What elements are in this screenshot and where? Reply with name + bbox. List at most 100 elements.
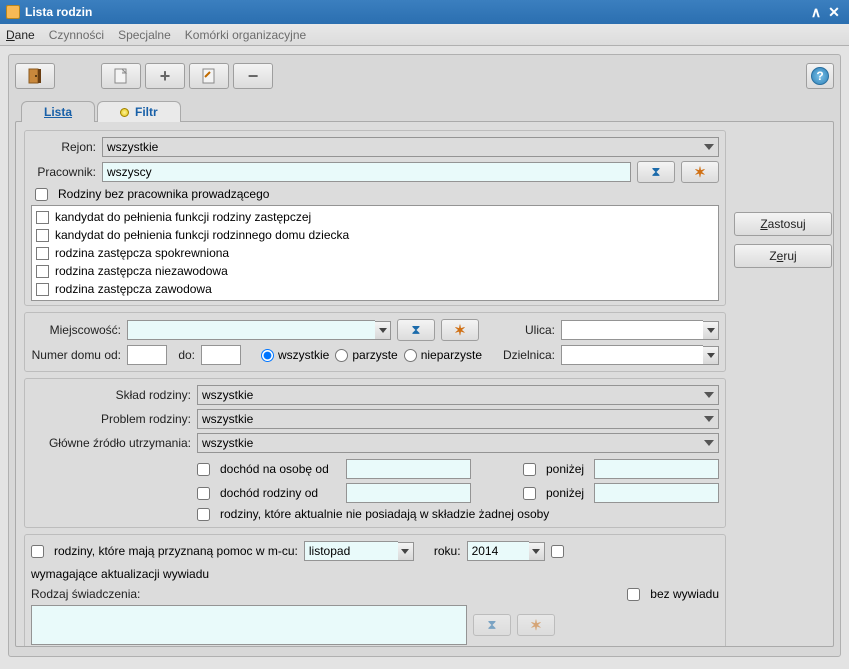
- rejon-label: Rejon:: [31, 140, 96, 154]
- close-icon[interactable]: ✕: [825, 4, 843, 21]
- hourglass-icon: ⧗: [651, 164, 660, 180]
- app-icon: [6, 5, 20, 19]
- rodzaj-clear-button: ✶: [517, 614, 555, 636]
- add-button[interactable]: +: [145, 63, 185, 89]
- wymagajace-label: wymagające aktualizacji wywiadu: [31, 567, 209, 581]
- delete-button[interactable]: −: [233, 63, 273, 89]
- problem-select[interactable]: wszystkie: [197, 409, 719, 429]
- edit-document-icon: [202, 68, 216, 84]
- miejscowosc-select-button[interactable]: ⧗: [397, 319, 435, 341]
- menubar: Dane Czynności Specjalne Komórki organiz…: [0, 24, 849, 46]
- menu-komorki[interactable]: Komórki organizacyjne: [185, 28, 306, 42]
- chevron-down-icon[interactable]: [529, 542, 545, 561]
- list-item[interactable]: kandydat do pełnienia funkcji rodzinnego…: [36, 226, 714, 244]
- checkbox-icon[interactable]: [36, 247, 49, 260]
- dochod-rodziny-checkbox[interactable]: [197, 487, 210, 500]
- menu-specjalne[interactable]: Specjalne: [118, 28, 171, 42]
- list-item[interactable]: rodzina zastępcza niezawodowa: [36, 262, 714, 280]
- przyznana-checkbox[interactable]: [31, 545, 44, 558]
- list-item[interactable]: kandydat do pełnienia funkcji rodziny za…: [36, 208, 714, 226]
- bez-skladu-checkbox[interactable]: [197, 508, 210, 521]
- dochod-osoba-label: dochód na osobę od: [220, 462, 340, 476]
- help-icon: ?: [811, 67, 829, 85]
- main-panel: + − ? Lista Filtr Rejon: wszystkie Praco…: [8, 54, 841, 657]
- dochod-osoba-ponizej-input[interactable]: [594, 459, 719, 479]
- chevron-down-icon[interactable]: [703, 321, 719, 340]
- parzystosc-wszystkie[interactable]: wszystkie: [261, 348, 329, 362]
- document-icon: [114, 68, 128, 84]
- dochod-rodziny-ponizej-input[interactable]: [594, 483, 719, 503]
- edit-button[interactable]: [189, 63, 229, 89]
- dochod-rodziny-label: dochód rodziny od: [220, 486, 340, 500]
- tab-lista[interactable]: Lista: [21, 101, 95, 122]
- numer-do-label: do:: [173, 348, 195, 362]
- checkbox-icon[interactable]: [36, 265, 49, 278]
- zrodlo-select[interactable]: wszystkie: [197, 433, 719, 453]
- dochod-rodziny-ponizej-checkbox[interactable]: [523, 487, 536, 500]
- new-button[interactable]: [101, 63, 141, 89]
- titlebar: Lista rodzin ∧ ✕: [0, 0, 849, 24]
- bez-skladu-label: rodziny, które aktualnie nie posiadają w…: [220, 507, 549, 521]
- pracownik-clear-button[interactable]: ✶: [681, 161, 719, 183]
- exit-button[interactable]: [15, 63, 55, 89]
- miejscowosc-label: Miejscowość:: [31, 323, 121, 337]
- window-title: Lista rodzin: [25, 5, 92, 19]
- numer-do-input[interactable]: [201, 345, 241, 365]
- zeruj-button[interactable]: Zeruj: [734, 244, 832, 268]
- pracownik-select-button[interactable]: ⧗: [637, 161, 675, 183]
- rodzaj-label: Rodzaj świadczenia:: [31, 587, 149, 601]
- rejon-select[interactable]: wszystkie: [102, 137, 719, 157]
- minus-icon: −: [248, 66, 259, 87]
- zastosuj-button[interactable]: Zastosuj: [734, 212, 832, 236]
- list-item[interactable]: rodzina zastępcza zawodowa: [36, 280, 714, 298]
- bez-wywiadu-label: bez wywiadu: [650, 587, 719, 601]
- tab-content-filtr: Rejon: wszystkie Pracownik: ⧗ ✶ Rodziny …: [15, 121, 834, 647]
- panel-rejon-pracownik: Rejon: wszystkie Pracownik: ⧗ ✶ Rodziny …: [24, 130, 726, 306]
- dochod-osoba-checkbox[interactable]: [197, 463, 210, 476]
- clear-icon: ✶: [530, 617, 542, 634]
- chevron-down-icon[interactable]: [703, 346, 719, 365]
- problem-label: Problem rodziny:: [31, 412, 191, 426]
- pracownik-label: Pracownik:: [31, 165, 96, 179]
- ulica-input[interactable]: [561, 320, 703, 340]
- przyznana-label: rodziny, które mają przyznaną pomoc w m-…: [54, 544, 298, 558]
- pracownik-input[interactable]: [102, 162, 631, 182]
- panel-pomoc: rodziny, które mają przyznaną pomoc w m-…: [24, 534, 726, 647]
- checkbox-icon[interactable]: [36, 229, 49, 242]
- miesiac-input[interactable]: [304, 541, 398, 561]
- checkbox-icon[interactable]: [36, 211, 49, 224]
- bez-wywiadu-checkbox[interactable]: [627, 588, 640, 601]
- dochod-osoba-ponizej-label: poniżej: [546, 462, 588, 476]
- tab-filtr[interactable]: Filtr: [97, 101, 181, 122]
- rodziny-bez-pracownika-label: Rodziny bez pracownika prowadzącego: [58, 187, 269, 201]
- miejscowosc-clear-button[interactable]: ✶: [441, 319, 479, 341]
- rodzaj-swiadczenia-textarea[interactable]: [31, 605, 467, 645]
- sklad-select[interactable]: wszystkie: [197, 385, 719, 405]
- dzielnica-input[interactable]: [561, 345, 703, 365]
- menu-czynnosci[interactable]: Czynności: [49, 28, 104, 42]
- rok-input[interactable]: [467, 541, 529, 561]
- side-buttons: Zastosuj Zeruj: [734, 130, 832, 647]
- parzystosc-parzyste[interactable]: parzyste: [335, 348, 397, 362]
- checkbox-icon[interactable]: [36, 283, 49, 296]
- menu-dane[interactable]: Dane: [6, 28, 35, 42]
- parzystosc-nieparzyste[interactable]: nieparzyste: [404, 348, 482, 362]
- zrodlo-label: Główne źródło utrzymania:: [31, 436, 191, 450]
- hourglass-icon: ⧗: [487, 617, 496, 633]
- clear-icon: ✶: [454, 322, 466, 339]
- dochod-osoba-ponizej-checkbox[interactable]: [523, 463, 536, 476]
- chevron-down-icon[interactable]: [398, 542, 414, 561]
- list-item[interactable]: rodzina zastępcza spokrewniona: [36, 244, 714, 262]
- miejscowosc-input[interactable]: [127, 320, 375, 340]
- typ-rodziny-checklist[interactable]: kandydat do pełnienia funkcji rodziny za…: [31, 205, 719, 301]
- rodziny-bez-pracownika-checkbox[interactable]: [35, 188, 48, 201]
- dochod-osoba-od-input[interactable]: [346, 459, 471, 479]
- numer-od-input[interactable]: [127, 345, 167, 365]
- help-button[interactable]: ?: [806, 63, 834, 89]
- minimize-icon[interactable]: ∧: [807, 4, 825, 21]
- ulica-label: Ulica:: [505, 323, 555, 337]
- wymagajace-checkbox[interactable]: [551, 545, 564, 558]
- numer-od-label: Numer domu od:: [31, 348, 121, 362]
- chevron-down-icon[interactable]: [375, 321, 391, 340]
- dochod-rodziny-od-input[interactable]: [346, 483, 471, 503]
